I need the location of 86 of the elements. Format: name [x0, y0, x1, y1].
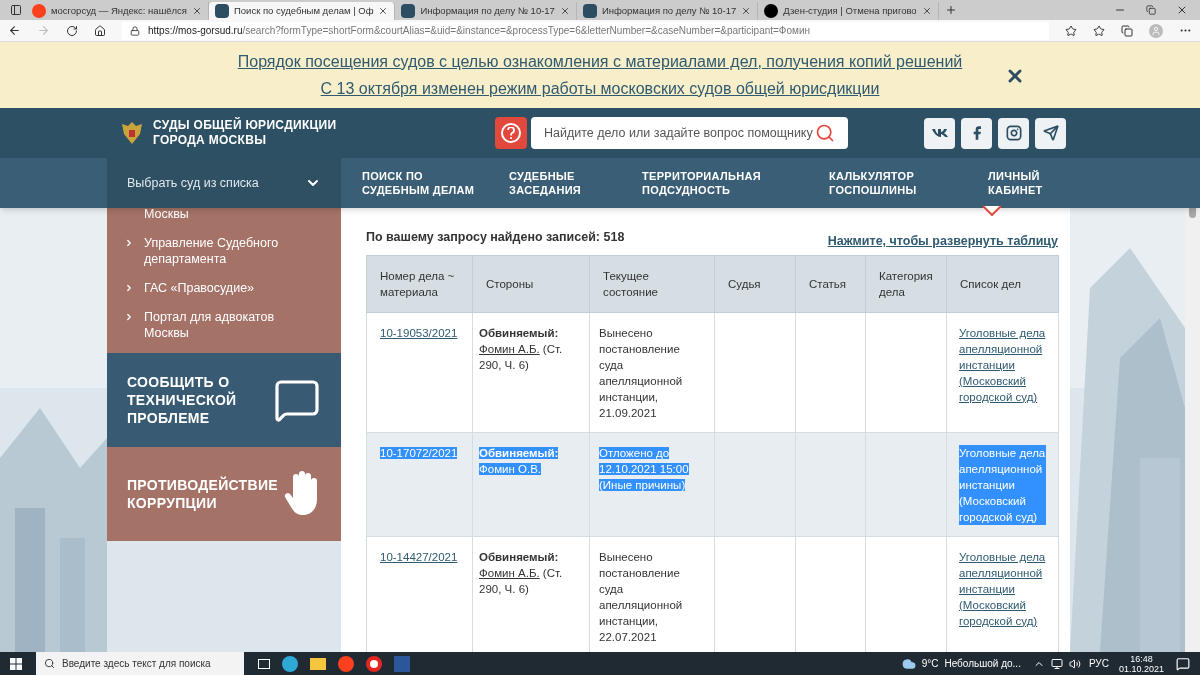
- status-text: Отложено до 12.10.2021 15:00 (Иные причины): [599, 445, 690, 493]
- close-icon[interactable]: [378, 6, 389, 16]
- home-icon[interactable]: [94, 24, 106, 37]
- results-count: По вашему запросу найдено записей: 518: [366, 229, 625, 246]
- notice-link[interactable]: Порядок посещения судов с целью ознакомления с материалами дел, получения копий решений: [237, 49, 963, 74]
- volume-icon[interactable]: [1068, 657, 1081, 670]
- telegram-button[interactable]: [1035, 117, 1066, 149]
- close-icon[interactable]: [192, 6, 202, 16]
- lock-icon: [130, 25, 140, 36]
- taskbar-search-field[interactable]: Введите здесь текст для поиска: [36, 652, 244, 675]
- close-icon[interactable]: [741, 6, 752, 16]
- bullet-icon: [124, 283, 134, 293]
- status-text: Вынесено постановление суда апелляционной инстанции, 21.09.2021: [599, 325, 684, 421]
- emblem-icon: [120, 120, 144, 146]
- browser-icon[interactable]: [366, 655, 382, 672]
- sidebar-link[interactable]: Управление Судебного департамента: [144, 235, 314, 267]
- bullet-icon: [124, 312, 134, 322]
- favorites-icon[interactable]: [1093, 24, 1105, 37]
- court-select[interactable]: Выбрать суд из списка: [107, 158, 341, 208]
- column-header: Номер дела ~ материала: [366, 255, 473, 313]
- vk-button[interactable]: [924, 117, 955, 149]
- search-icon: [44, 658, 55, 669]
- back-icon[interactable]: [8, 24, 21, 37]
- restore-icon[interactable]: [1146, 5, 1156, 15]
- expand-table-link[interactable]: Нажмите, чтобы развернуть таблицу: [827, 232, 1058, 251]
- notifications-icon[interactable]: [1176, 656, 1190, 671]
- browser-tab[interactable]: Поиск по судебным делам | Оф: [209, 2, 396, 20]
- site-title[interactable]: СУДЫ ОБЩЕЙ ЮРИСДИКЦИИ ГОРОДА МОСКВЫ: [153, 118, 353, 148]
- nav-link[interactable]: ЛИЧНЫЙ КАБИНЕТ: [988, 169, 1043, 197]
- anticorruption-card[interactable]: ПРОТИВОДЕЙСТВИЕ КОРРУПЦИИ: [107, 447, 341, 541]
- vk-icon: [931, 128, 948, 138]
- report-problem-card[interactable]: СООБЩИТЬ О ТЕХНИЧЕСКОЙ ПРОБЛЕМЕ: [107, 353, 341, 447]
- search-field[interactable]: Найдите дело или задайте вопрос помощнику: [531, 117, 848, 149]
- help-icon: [507, 127, 515, 139]
- collections-icon[interactable]: [1121, 24, 1133, 37]
- column-header: Стороны: [472, 255, 590, 313]
- tab-title: Дзен-студия | Отмена пригово: [783, 3, 917, 18]
- tab-title: Поиск по судебным делам | Оф: [234, 3, 374, 18]
- nav-link[interactable]: ПОИСК ПО СУДЕБНЫМ ДЕЛАМ: [362, 169, 475, 197]
- card-title: СООБЩИТЬ О ТЕХНИЧЕСКОЙ ПРОБЛЕМЕ: [127, 373, 237, 427]
- column-header: Статья: [795, 255, 866, 313]
- close-icon[interactable]: [559, 6, 570, 16]
- help-button[interactable]: [495, 117, 527, 149]
- party-text: Обвиняемый: Фомин А.Б. (Ст. 290, Ч. 6): [479, 325, 564, 373]
- address-field[interactable]: https://mos-gorsud.ru/search?formType=shortForm&courtAlias=&uid=&instance=&processType=6&letterNumber=&caseNumber=&participant=Фомин: [122, 21, 1049, 40]
- instagram-button[interactable]: [998, 117, 1029, 149]
- card-title: ПРОТИВОДЕЙСТВИЕ КОРРУПЦИИ: [127, 476, 278, 512]
- instagram-icon: [1005, 125, 1022, 141]
- clock[interactable]: 16:48 01.10.2021: [1118, 653, 1164, 674]
- column-header: Категория дела: [865, 255, 947, 313]
- bullet-icon: [124, 238, 134, 248]
- sidebar-link[interactable]: Портал для адвокатов Москвы: [144, 309, 314, 341]
- column-header: Список дел: [946, 255, 1059, 313]
- sidebar-link[interactable]: Москвы: [107, 208, 341, 222]
- scrollbar[interactable]: [1185, 208, 1200, 652]
- nav-link[interactable]: ТЕРРИТОРИАЛЬНАЯ ПОДСУДНОСТЬ: [642, 169, 761, 197]
- cloud-icon: [901, 656, 916, 671]
- case-number-link[interactable]: 10-19053/2021: [380, 326, 458, 339]
- favorite-icon[interactable]: [1065, 24, 1077, 37]
- notice-link[interactable]: С 13 октября изменен режим работы московских судов общей юрисдикции: [320, 76, 880, 101]
- sidebar-link[interactable]: ГАС «Правосудие»: [144, 280, 314, 296]
- folder-icon[interactable]: [310, 657, 326, 670]
- nav-link[interactable]: СУДЕБНЫЕ ЗАСЕДАНИЯ: [509, 169, 582, 197]
- temperature[interactable]: 9°C: [921, 656, 939, 671]
- party-text: Обвиняемый: Фомин А.Б. (Ст. 290, Ч. 6): [479, 549, 564, 597]
- task-view-icon[interactable]: [258, 658, 270, 669]
- search-icon[interactable]: [815, 123, 835, 143]
- status-text: Вынесено постановление суда апелляционной инстанции, 22.07.2021: [599, 549, 684, 645]
- language-indicator[interactable]: РУС: [1088, 656, 1109, 671]
- facebook-button[interactable]: [961, 117, 992, 149]
- nav-link[interactable]: КАЛЬКУЛЯТОР ГОСПОШЛИНЫ: [829, 169, 917, 197]
- windows-icon[interactable]: [10, 657, 22, 670]
- case-number-link[interactable]: 10-14427/2021: [380, 550, 458, 563]
- close-icon[interactable]: [1176, 4, 1188, 16]
- tab-title: мосгорсуд — Яндекс: нашёлся: [51, 3, 187, 18]
- network-icon[interactable]: [1050, 657, 1063, 670]
- reload-icon[interactable]: [66, 24, 78, 37]
- telegram-icon: [1042, 125, 1059, 141]
- party-text: Обвиняемый: Фомин О.В.: [479, 445, 560, 477]
- tab-title: Информация по делу № 10-17: [601, 3, 737, 18]
- tab-title: Информация по делу № 10-17: [420, 3, 555, 18]
- column-header: Судья: [714, 255, 796, 313]
- close-icon[interactable]: [921, 6, 932, 16]
- column-header: Текущее состояние: [589, 255, 715, 313]
- new-tab-icon[interactable]: [944, 4, 957, 16]
- weather-text[interactable]: Небольшой до...: [944, 656, 1021, 671]
